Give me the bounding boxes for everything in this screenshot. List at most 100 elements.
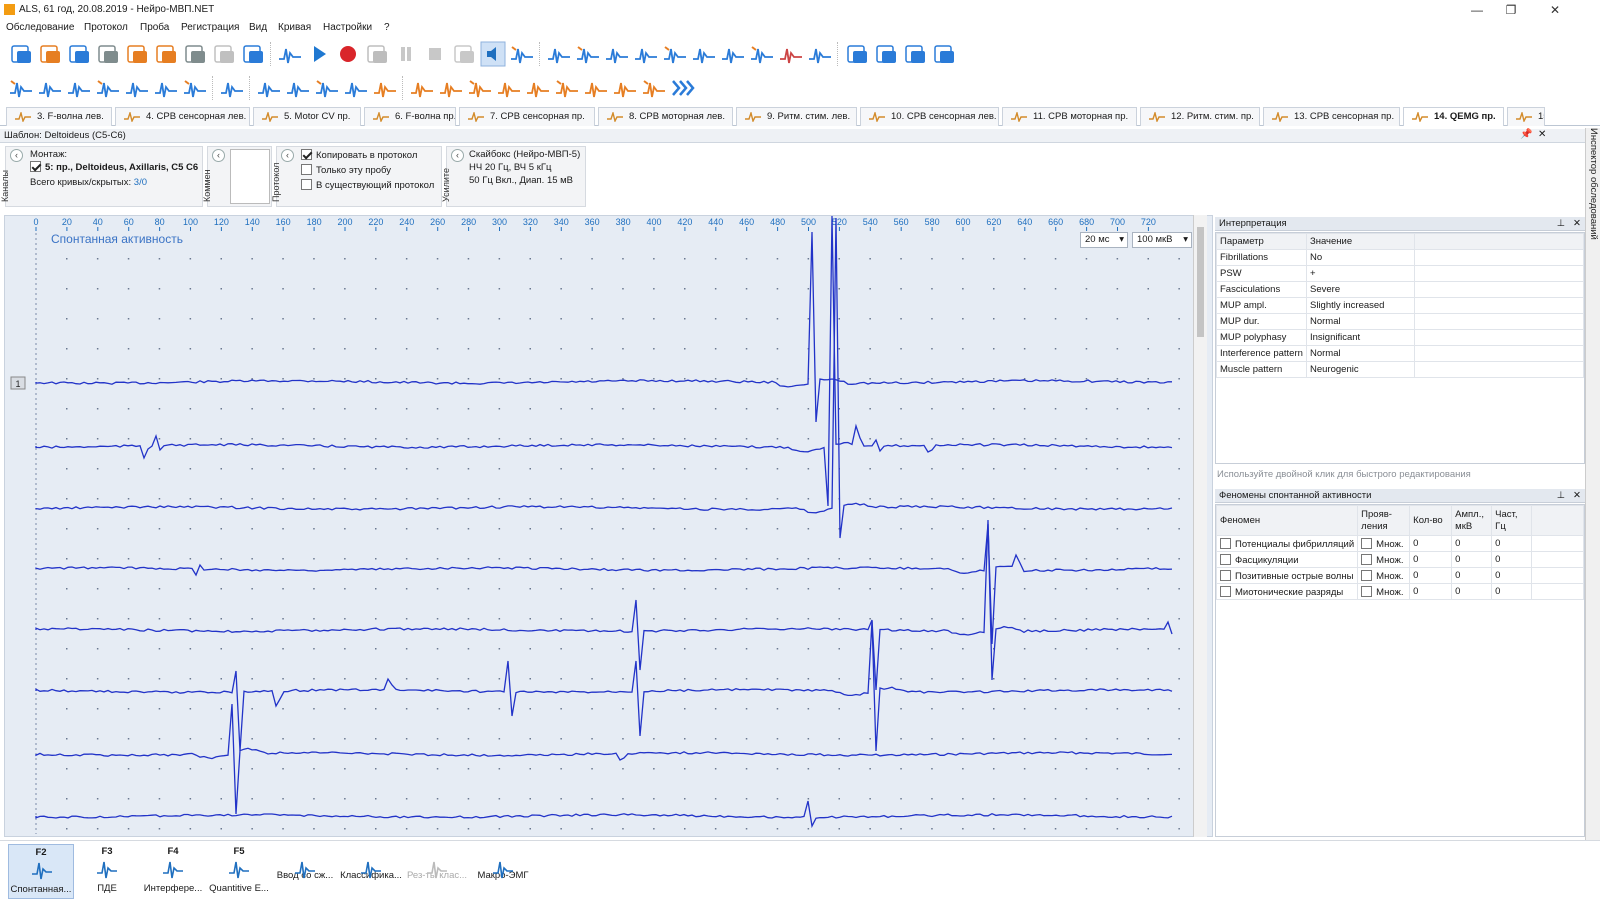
minimize-button[interactable]: — — [1462, 2, 1492, 18]
protocol-option-existing[interactable]: В существующий протокол — [301, 179, 434, 191]
time-scale-select[interactable]: 20 мс ▾ — [1080, 232, 1128, 248]
montage-row[interactable]: 5: пр., Deltoideus, Axillaris, C5 C6 — [30, 161, 198, 173]
ep3-button[interactable] — [467, 75, 493, 101]
ep2-button[interactable] — [438, 75, 464, 101]
phen-freq[interactable]: 0 — [1491, 583, 1533, 600]
menu-settings[interactable]: Настройки — [323, 22, 372, 33]
phen-mult-cell[interactable]: Множ. — [1357, 583, 1411, 600]
tab-test-12[interactable]: 12. Ритм. стим. пр. — [1140, 107, 1260, 126]
close-button[interactable]: ✕ — [1540, 2, 1570, 18]
shift-button[interactable] — [662, 41, 688, 67]
menu-test[interactable]: Проба — [140, 22, 169, 33]
signal-scrollbar[interactable] — [1193, 215, 1207, 837]
tab-test-7[interactable]: 7. СРВ сенсорная пр. — [459, 107, 595, 126]
bank2-button[interactable] — [641, 75, 667, 101]
amp-up-button[interactable] — [575, 41, 601, 67]
import-button[interactable] — [66, 41, 92, 67]
play-button[interactable] — [306, 41, 332, 67]
phen-name-cell[interactable]: Позитивные острые волны — [1215, 567, 1359, 584]
phen-mult-cell[interactable]: Множ. — [1357, 535, 1411, 552]
tab-test-13[interactable]: 13. СРВ сенсорная пр. — [1263, 107, 1400, 126]
maximize-button[interactable]: ❐ — [1496, 2, 1526, 18]
tab-test-3[interactable]: 3. F-волна лев. — [6, 107, 112, 126]
interpretation-row[interactable]: Muscle pattern Neurogenic — [1216, 361, 1584, 378]
sound-button[interactable] — [480, 41, 506, 67]
tab-test-5[interactable]: 5. Motor CV пр. — [253, 107, 361, 126]
f-wave-button[interactable] — [66, 75, 92, 101]
blink-button[interactable] — [285, 75, 311, 101]
signal-trace-6[interactable] — [35, 620, 1173, 752]
m-wave-button[interactable] — [95, 75, 121, 101]
phen-freq[interactable]: 0 — [1491, 567, 1533, 584]
layout2-button[interactable] — [873, 41, 899, 67]
template-close-icon[interactable]: ✕ — [1538, 129, 1546, 140]
fkey-button-0[interactable]: F2 Спонтанная... — [8, 844, 74, 899]
menu-curve[interactable]: Кривая — [278, 22, 311, 33]
monitor-button[interactable] — [277, 41, 303, 67]
tab-test-15[interactable]: 15 — [1507, 107, 1545, 126]
pin-icon[interactable]: ⊥ — [1557, 489, 1565, 502]
erase-button[interactable] — [451, 41, 477, 67]
record-button[interactable] — [335, 41, 361, 67]
import2-button[interactable] — [902, 41, 928, 67]
brain4-button[interactable] — [583, 75, 609, 101]
phen-amp[interactable]: 0 — [1451, 551, 1493, 568]
tab-test-14[interactable]: 14. QEMG пр. — [1403, 107, 1504, 126]
interpretation-row[interactable]: PSW + — [1216, 265, 1584, 282]
disabled-button[interactable] — [211, 41, 237, 67]
brain1-button[interactable] — [496, 75, 522, 101]
avg-button[interactable] — [256, 75, 282, 101]
interpretation-row[interactable]: MUP polyphasy Insignificant — [1216, 329, 1584, 346]
save-exam-button[interactable] — [37, 41, 63, 67]
inspector-strip[interactable]: Инспектор обследований — [1585, 128, 1600, 858]
tab-test-6[interactable]: 6. F-волна пр. — [364, 107, 456, 126]
markers-button[interactable] — [807, 41, 833, 67]
volume-button[interactable] — [546, 41, 572, 67]
phen-freq[interactable]: 0 — [1491, 551, 1533, 568]
template-button[interactable] — [240, 41, 266, 67]
menu-registration[interactable]: Регистрация — [181, 22, 239, 33]
single-button[interactable] — [691, 41, 717, 67]
rep-button[interactable] — [343, 75, 369, 101]
forward-button[interactable] — [720, 41, 746, 67]
tab-test-9[interactable]: 9. Ритм. стим. лев. — [736, 107, 857, 126]
curves-value[interactable]: 3/0 — [134, 177, 147, 188]
export2-button[interactable] — [931, 41, 957, 67]
pin-icon[interactable]: 📌 — [1520, 129, 1532, 140]
phen-mult-cell[interactable]: Множ. — [1357, 551, 1411, 568]
interpretation-row[interactable]: MUP ampl. Slightly increased — [1216, 297, 1584, 314]
value-cell[interactable]: Normal — [1306, 345, 1415, 362]
phen-amp[interactable]: 0 — [1451, 583, 1493, 600]
signal-trace-8[interactable] — [35, 800, 1173, 829]
checkbox-existing[interactable] — [301, 179, 312, 190]
value-cell[interactable]: Normal — [1306, 313, 1415, 330]
phen-amp[interactable]: 0 — [1451, 535, 1493, 552]
tab-test-8[interactable]: 8. СРВ моторная лев. — [598, 107, 733, 126]
interpretation-row[interactable]: Fasciculations Severe — [1216, 281, 1584, 298]
fkey-button-6[interactable]: Рез-ты клас... — [404, 844, 470, 899]
back-button[interactable] — [749, 41, 775, 67]
menu-view[interactable]: Вид — [249, 22, 267, 33]
report-button[interactable] — [182, 41, 208, 67]
phenomenon-row[interactable]: Позитивные острые волны Множ. 0 0 0 — [1215, 567, 1584, 584]
layout1-button[interactable] — [844, 41, 870, 67]
bank1-button[interactable] — [612, 75, 638, 101]
signal-canvas[interactable]: 0 20 40 60 80 100 120 140 160 180 200 220 240 260 280 3… — [5, 215, 1214, 838]
fkey-button-7[interactable]: Макро-ЭМГ — [470, 844, 536, 899]
phen-freq[interactable]: 0 — [1491, 535, 1533, 552]
comment-collapse-icon[interactable]: ‹ — [212, 149, 225, 162]
signal-trace-3[interactable] — [35, 217, 1173, 539]
interpretation-row[interactable]: Fibrillations No — [1216, 249, 1584, 266]
ep1-button[interactable] — [409, 75, 435, 101]
phen-amp[interactable]: 0 — [1451, 567, 1493, 584]
filter-button[interactable] — [778, 41, 804, 67]
phen-checkbox[interactable] — [1220, 553, 1231, 565]
br-button[interactable] — [372, 75, 398, 101]
phenomenon-row[interactable]: Миотонические разряды Множ. 0 0 0 — [1215, 583, 1584, 600]
phenomenon-row[interactable]: Потенциалы фибрилляций Множ. 0 0 0 — [1215, 535, 1584, 552]
m-resp-button[interactable] — [153, 75, 179, 101]
menu-protocol[interactable]: Протокол — [84, 22, 128, 33]
fkey-button-4[interactable]: Ввод со сж... — [272, 844, 338, 899]
print-button[interactable] — [95, 41, 121, 67]
protocol-collapse-icon[interactable]: ‹ — [281, 149, 294, 162]
